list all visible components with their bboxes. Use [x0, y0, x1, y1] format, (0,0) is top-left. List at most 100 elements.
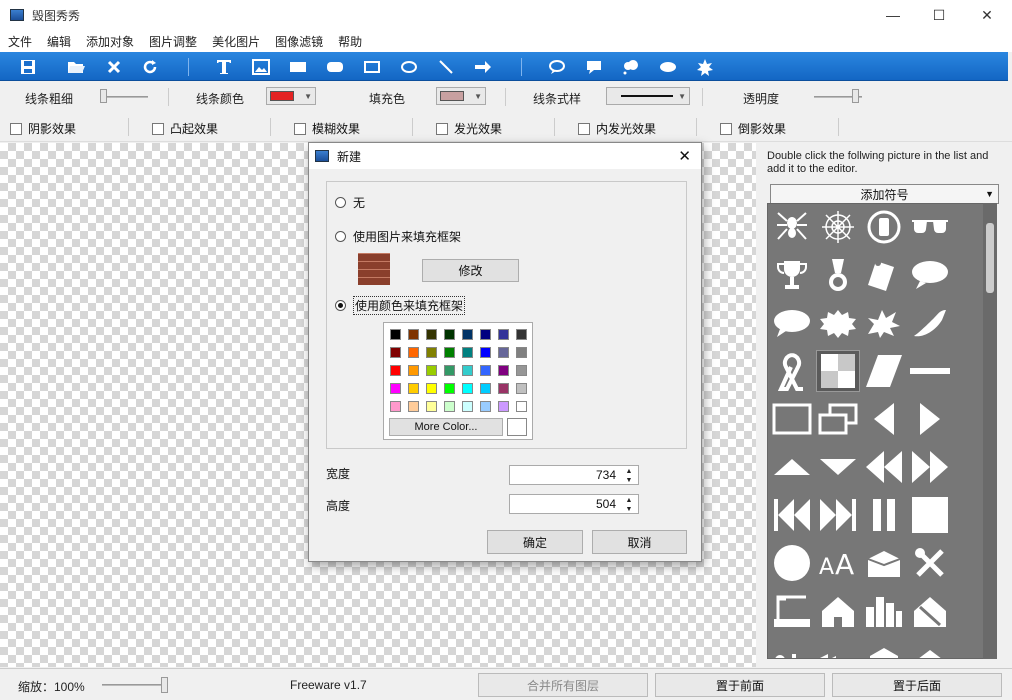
option-none-radio[interactable]: 无	[335, 194, 365, 211]
palette-color-swatch[interactable]	[516, 401, 527, 412]
palette-color-swatch[interactable]	[462, 329, 473, 340]
menu-add-object[interactable]: 添加对象	[82, 33, 138, 50]
cloud-callout-icon[interactable]	[620, 56, 642, 78]
reflection-effect-checkbox[interactable]: 倒影效果	[720, 120, 786, 137]
ellipse-icon[interactable]	[398, 56, 420, 78]
gallery-partial-icon[interactable]	[908, 636, 952, 658]
minimize-button[interactable]: —	[870, 0, 916, 30]
palette-color-swatch[interactable]	[516, 347, 527, 358]
palette-color-swatch[interactable]	[390, 347, 401, 358]
menu-file[interactable]: 文件	[4, 33, 36, 50]
inner-glow-effect-checkbox[interactable]: 内发光效果	[578, 120, 656, 137]
send-to-back-button[interactable]: 置于后面	[832, 673, 1002, 697]
ribbon-icon[interactable]	[770, 350, 814, 392]
palette-color-swatch[interactable]	[408, 383, 419, 394]
palette-color-swatch[interactable]	[426, 401, 437, 412]
spin-down-icon[interactable]: ▼	[621, 505, 637, 513]
gallery-scrollbar-thumb[interactable]	[986, 223, 994, 293]
checker-icon[interactable]	[816, 350, 860, 392]
palette-color-swatch[interactable]	[444, 329, 455, 340]
palette-color-swatch[interactable]	[480, 383, 491, 394]
scroll-icon[interactable]	[862, 254, 906, 296]
palette-color-swatch[interactable]	[444, 347, 455, 358]
cloud-icon[interactable]	[657, 56, 679, 78]
burst-icon[interactable]	[816, 302, 860, 344]
menu-help[interactable]: 帮助	[334, 33, 366, 50]
open-folder-icon[interactable]	[65, 56, 87, 78]
star-burst-icon[interactable]	[694, 56, 716, 78]
medal-icon[interactable]	[816, 254, 860, 296]
fill-color-picker[interactable]: ▼	[436, 87, 486, 105]
emboss-effect-checkbox[interactable]: 凸起效果	[152, 120, 218, 137]
zoom-slider-thumb[interactable]	[161, 677, 168, 693]
menu-beautify[interactable]: 美化图片	[208, 33, 264, 50]
skip-back-icon[interactable]	[770, 494, 814, 536]
crane-icon[interactable]	[770, 590, 814, 632]
text-icon[interactable]	[213, 56, 235, 78]
palette-color-swatch[interactable]	[498, 383, 509, 394]
arrow-icon[interactable]	[472, 56, 494, 78]
trophy-icon[interactable]	[770, 254, 814, 296]
palette-color-swatch[interactable]	[444, 365, 455, 376]
speech-bubble-icon[interactable]	[546, 56, 568, 78]
palette-color-swatch[interactable]	[390, 329, 401, 340]
symbol-category-select[interactable]: 添加符号 ▼	[770, 184, 999, 204]
refresh-icon[interactable]	[139, 56, 161, 78]
double-rect-icon[interactable]	[816, 398, 860, 440]
delete-icon[interactable]	[103, 56, 125, 78]
circle-icon[interactable]	[770, 542, 814, 584]
palette-color-swatch[interactable]	[426, 383, 437, 394]
more-color-button[interactable]: More Color...	[389, 418, 503, 436]
line-color-picker[interactable]: ▼	[266, 87, 316, 105]
palette-color-swatch[interactable]	[480, 329, 491, 340]
palette-color-swatch[interactable]	[390, 401, 401, 412]
palette-color-swatch[interactable]	[462, 401, 473, 412]
stop-icon[interactable]	[908, 494, 952, 536]
glow-effect-checkbox[interactable]: 发光效果	[436, 120, 502, 137]
palette-color-swatch[interactable]	[426, 329, 437, 340]
line-width-slider[interactable]	[100, 96, 148, 98]
save-icon[interactable]	[17, 56, 39, 78]
option-image-radio[interactable]: 使用图片来填充框架	[335, 228, 461, 245]
city-icon[interactable]	[862, 590, 906, 632]
palette-color-swatch[interactable]	[408, 347, 419, 358]
rect-frame-icon[interactable]	[770, 398, 814, 440]
rect-outline-icon[interactable]	[361, 56, 383, 78]
modify-button[interactable]: 修改	[422, 259, 519, 282]
palette-color-swatch[interactable]	[498, 401, 509, 412]
palette-color-swatch[interactable]	[426, 365, 437, 376]
speech-oval-icon[interactable]	[908, 254, 952, 296]
palette-color-swatch[interactable]	[516, 329, 527, 340]
height-input[interactable]: 504 ▲ ▼	[509, 494, 639, 514]
palette-color-swatch[interactable]	[444, 401, 455, 412]
palette-color-swatch[interactable]	[390, 365, 401, 376]
line-style-select[interactable]: ▼	[606, 87, 690, 105]
triangle-down-icon[interactable]	[816, 446, 860, 488]
palette-color-swatch[interactable]	[408, 365, 419, 376]
line-icon[interactable]	[435, 56, 457, 78]
tools-icon[interactable]	[908, 542, 952, 584]
spin-down-icon[interactable]: ▼	[621, 476, 637, 484]
dialog-close-icon[interactable]: ✕	[678, 147, 691, 165]
spin-up-icon[interactable]: ▲	[621, 496, 637, 504]
gallery-partial-icon[interactable]	[816, 636, 860, 658]
palette-color-swatch[interactable]	[408, 329, 419, 340]
skip-forward-icon[interactable]	[816, 494, 860, 536]
rect-filled-icon[interactable]	[287, 56, 309, 78]
cancel-button[interactable]: 取消	[592, 530, 687, 554]
menu-edit[interactable]: 编辑	[43, 33, 75, 50]
rounded-rect-icon[interactable]	[324, 56, 346, 78]
rewind-icon[interactable]	[862, 446, 906, 488]
fast-forward-icon[interactable]	[908, 446, 952, 488]
triangle-up-icon[interactable]	[770, 446, 814, 488]
palette-color-swatch[interactable]	[480, 365, 491, 376]
palette-color-swatch[interactable]	[480, 347, 491, 358]
palette-color-swatch[interactable]	[444, 383, 455, 394]
spin-up-icon[interactable]: ▲	[621, 467, 637, 475]
palette-color-swatch[interactable]	[390, 383, 401, 394]
palette-color-swatch[interactable]	[498, 329, 509, 340]
palette-color-swatch[interactable]	[426, 347, 437, 358]
palette-color-swatch[interactable]	[498, 347, 509, 358]
rect-callout-icon[interactable]	[583, 56, 605, 78]
house-damaged-icon[interactable]	[908, 590, 952, 632]
